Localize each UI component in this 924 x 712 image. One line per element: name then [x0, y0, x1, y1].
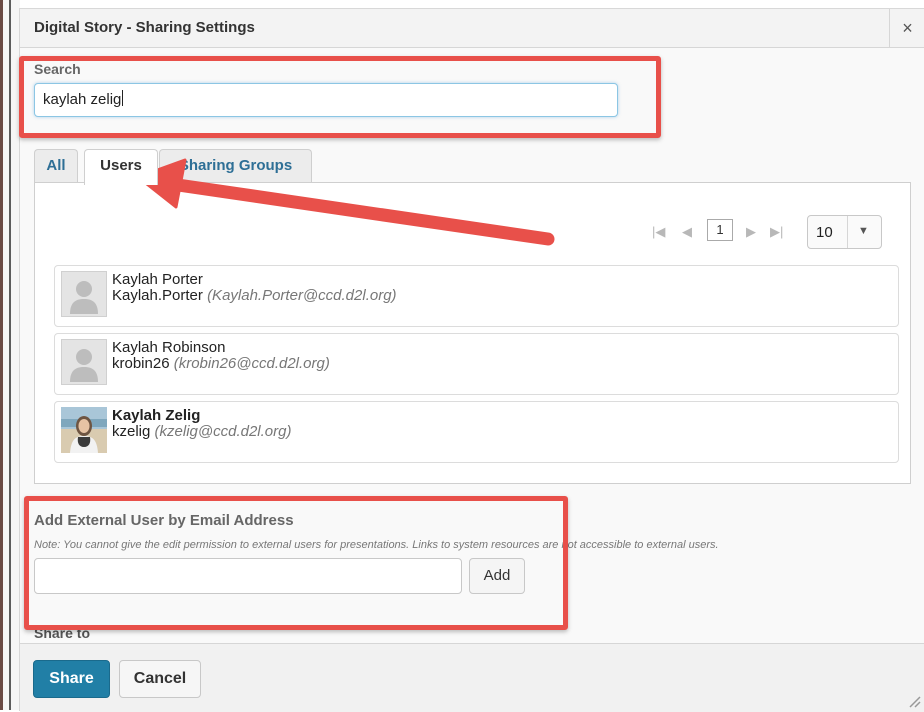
annotation-arrow	[136, 158, 555, 246]
tab-users[interactable]: Users	[84, 149, 158, 185]
